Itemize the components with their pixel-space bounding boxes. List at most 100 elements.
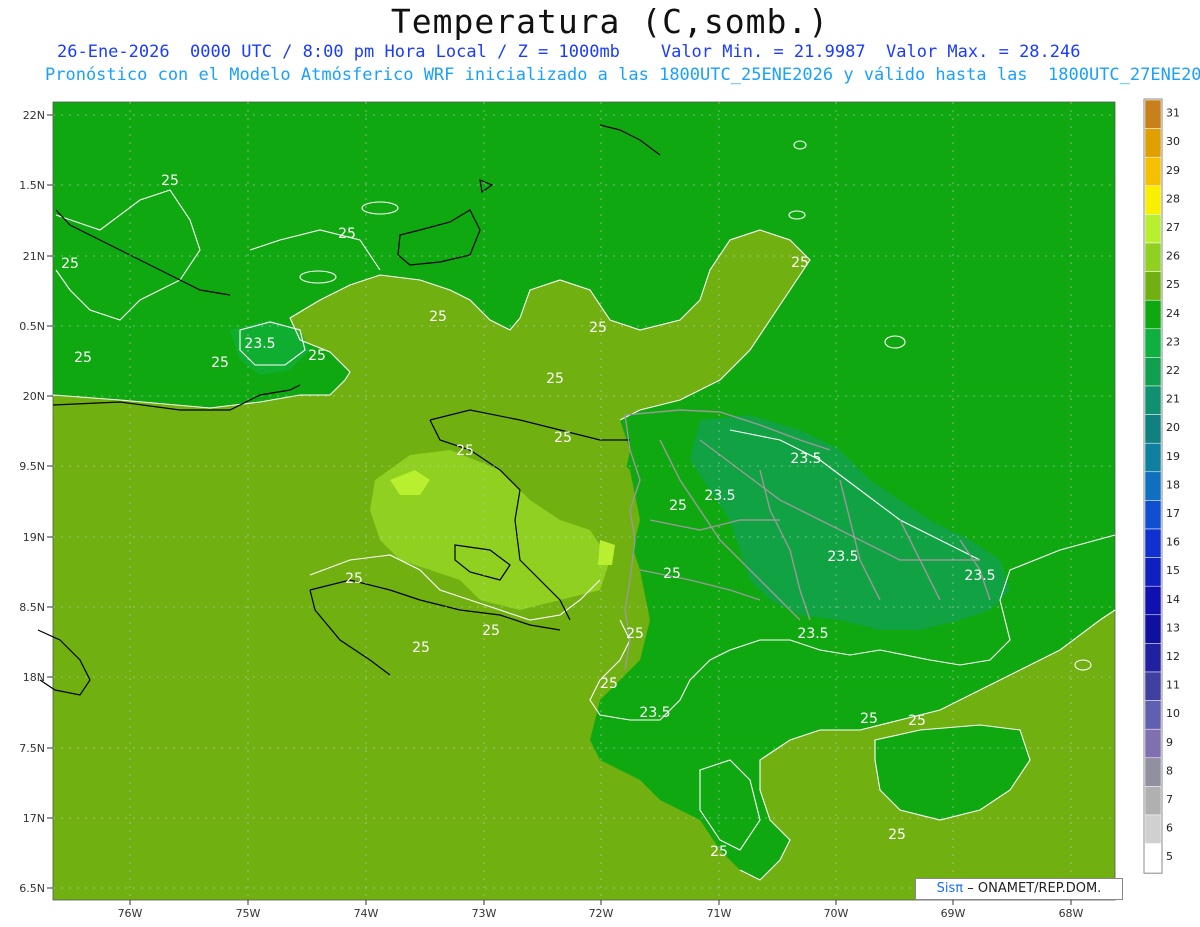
colorbar-label: 9 (1166, 736, 1173, 749)
contour-label: 25 (61, 256, 79, 272)
colorbar-swatch (1144, 99, 1162, 129)
lon-tick-label: 72W (589, 907, 614, 920)
contour-label: 25 (338, 226, 356, 242)
colorbar-swatch (1144, 728, 1162, 759)
lon-tick-label: 75W (236, 907, 261, 920)
colorbar-label: 22 (1166, 364, 1180, 377)
colorbar: 31 30 29 28 27 26 25 24 23 22 21 20 19 18 17 16 15 14 13 12… (1143, 98, 1180, 874)
colorbar-swatch (1144, 614, 1162, 644)
contour-label: 25 (710, 844, 728, 860)
lat-tick-label: 6.5N (19, 882, 45, 895)
colorbar-swatch (1144, 528, 1162, 558)
lon-tick-label: 74W (354, 907, 379, 920)
colorbar-swatch (1144, 442, 1162, 473)
contour-label: 23.5 (244, 336, 275, 352)
lat-tick-label: 17N (23, 812, 45, 825)
colorbar-label: 31 (1166, 107, 1180, 120)
colorbar-label: 27 (1166, 221, 1180, 234)
lat-tick-label: 8.5N (19, 601, 45, 614)
colorbar-swatch (1144, 557, 1162, 587)
contour-label: 25 (600, 676, 618, 692)
contour-label: 25 (412, 640, 430, 656)
contour-label: 25 (908, 713, 926, 729)
contour-label: 25 (482, 623, 500, 639)
colorbar-swatch (1144, 500, 1162, 530)
colorbar-swatch (1144, 214, 1162, 244)
colorbar-swatch (1144, 299, 1162, 330)
lat-tick-label: 0.5N (19, 320, 45, 333)
contour-label: 25 (888, 827, 906, 843)
contour-label: 25 (791, 255, 809, 271)
colorbar-swatch (1144, 757, 1162, 787)
lon-tick-label: 70W (824, 907, 849, 920)
colorbar-swatch (1144, 271, 1162, 301)
colorbar-swatch (1144, 786, 1162, 816)
contour-label: 23.5 (797, 626, 828, 642)
lon-tick-label: 73W (472, 907, 497, 920)
contour-label: 25 (429, 309, 447, 325)
colorbar-label: 25 (1166, 278, 1180, 291)
colorbar-label: 26 (1166, 250, 1180, 263)
colorbar-label: 29 (1166, 164, 1180, 177)
colorbar-swatch (1144, 700, 1162, 730)
lon-tick-label: 76W (118, 907, 143, 920)
lat-tick-label: 20N (23, 390, 45, 403)
colorbar-swatch (1144, 585, 1162, 616)
colorbar-swatch (1144, 843, 1162, 873)
temperature-map: 25 25 25 25 25 25 23.5 25 25 25 25 25 25 23.5 25 23.5 23… (19, 98, 1180, 920)
colorbar-swatch (1144, 156, 1162, 187)
contour-label: 25 (161, 173, 179, 189)
colorbar-label: 13 (1166, 621, 1180, 634)
contour-label: 25 (74, 350, 92, 366)
longitude-axis: 76W 75W 74W 73W 72W 71W 70W 69W 68W (118, 900, 1084, 920)
contour-label: 23.5 (790, 451, 821, 467)
map-area (52, 101, 1116, 901)
colorbar-label: 18 (1166, 478, 1180, 491)
lat-tick-label: 22N (23, 109, 45, 122)
colorbar-label: 24 (1166, 307, 1180, 320)
colorbar-swatch (1144, 328, 1162, 358)
colorbar-label: 10 (1166, 707, 1180, 720)
contour-label: 25 (669, 498, 687, 514)
colorbar-label: 20 (1166, 421, 1180, 434)
colorbar-label: 23 (1166, 335, 1180, 348)
lat-tick-label: 21N (23, 250, 45, 263)
contour-label: 25 (308, 348, 326, 364)
lon-tick-label: 68W (1059, 907, 1084, 920)
colorbar-label: 5 (1166, 850, 1173, 863)
lon-tick-label: 69W (941, 907, 966, 920)
colorbar-label: 19 (1166, 450, 1180, 463)
contour-label: 25 (546, 371, 564, 387)
contour-label: 25 (663, 566, 681, 582)
contour-label: 25 (860, 711, 878, 727)
colorbar-swatch (1144, 414, 1162, 444)
colorbar-swatch (1144, 357, 1162, 387)
colorbar-label: 28 (1166, 192, 1180, 205)
contour-label: 23.5 (639, 705, 670, 721)
colorbar-label: 15 (1166, 564, 1180, 577)
latitude-axis: 22N 1.5N 21N 0.5N 20N 9.5N 19N 8.5N 18N 7.5N 17N 6.… (19, 109, 53, 895)
colorbar-swatch (1144, 185, 1162, 215)
colorbar-label: 14 (1166, 593, 1180, 606)
lat-tick-label: 1.5N (19, 179, 45, 192)
lon-tick-label: 71W (707, 907, 732, 920)
colorbar-label: 16 (1166, 536, 1180, 549)
contour-label: 25 (211, 355, 229, 371)
contour-label: 25 (345, 571, 363, 587)
contour-label: 23.5 (964, 568, 995, 584)
colorbar-swatch (1144, 671, 1162, 701)
colorbar-label: 12 (1166, 650, 1180, 663)
credit-text: – ONAMET/REP.DOM. (967, 881, 1102, 896)
sispi-logo-text: Sisπ (936, 881, 964, 896)
colorbar-label: 7 (1166, 793, 1173, 806)
colorbar-swatch (1144, 643, 1162, 673)
colorbar-label: 11 (1166, 679, 1180, 692)
colorbar-swatch (1144, 385, 1162, 415)
colorbar-label: 6 (1166, 822, 1173, 835)
colorbar-label: 17 (1166, 507, 1180, 520)
colorbar-swatch (1144, 128, 1162, 158)
lat-tick-label: 18N (23, 671, 45, 684)
lat-tick-label: 7.5N (19, 742, 45, 755)
contour-label: 23.5 (704, 488, 735, 504)
contour-label: 25 (554, 430, 572, 446)
